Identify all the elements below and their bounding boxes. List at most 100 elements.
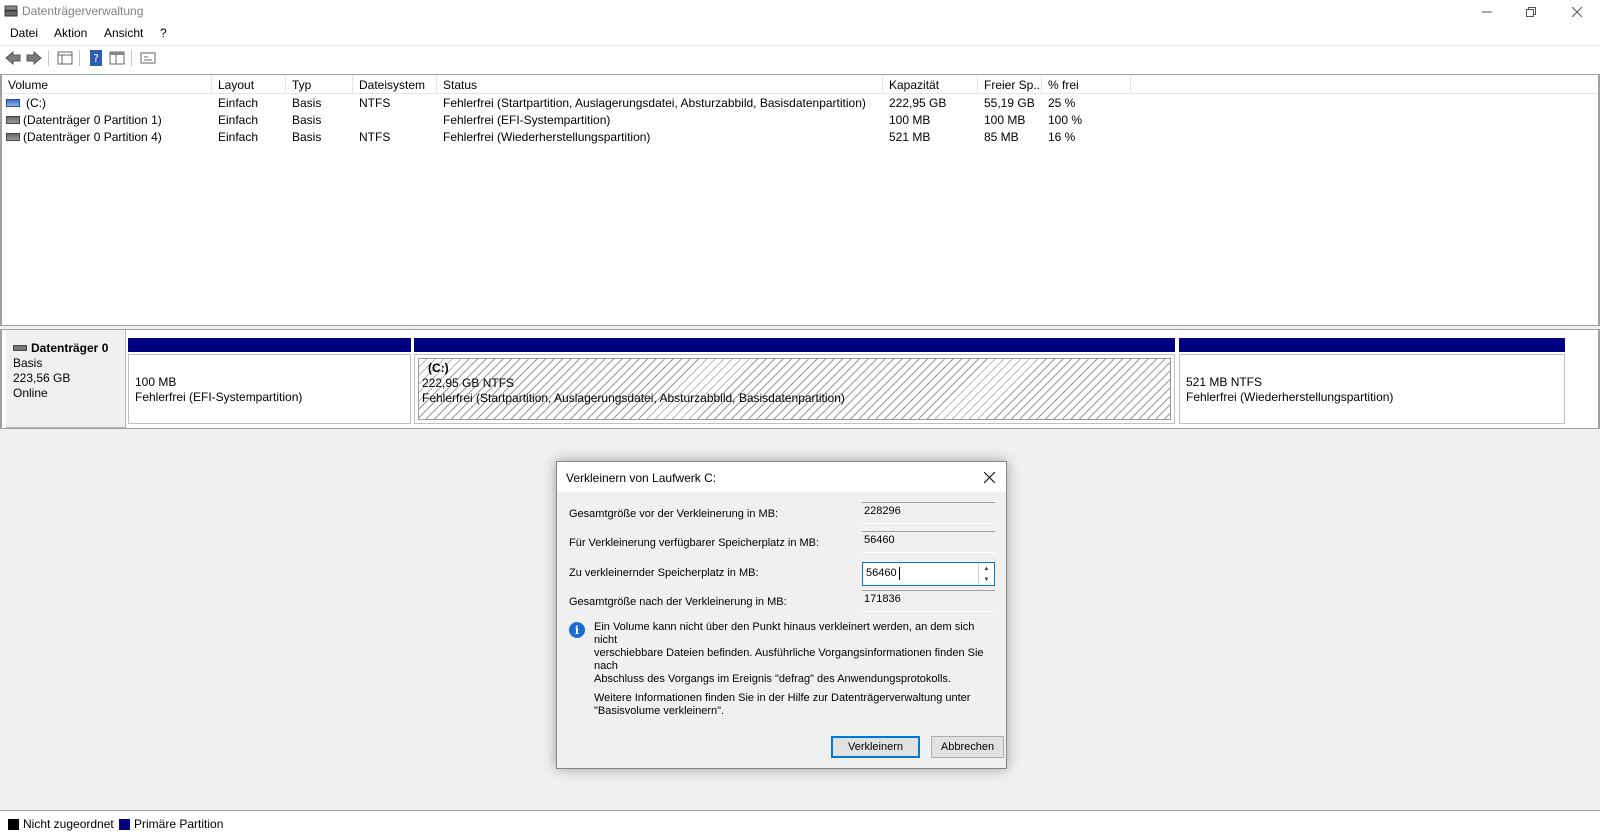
spin-buttons: ▲ ▼ [978, 563, 994, 585]
partition-size: 222,95 GB NTFS [422, 376, 515, 390]
legend-unallocated-label: Nicht zugeordnet [23, 817, 114, 831]
dialog-title-bar: Verkleinern von Laufwerk C: [557, 462, 1006, 492]
cell-layout: Einfach [218, 130, 259, 144]
menu-ansicht[interactable]: Ansicht [102, 26, 145, 40]
properties-button[interactable] [108, 49, 126, 67]
volume-list: Volume Layout Typ Dateisystem Status Kap… [0, 74, 1600, 325]
column-header-dateisystem[interactable]: Dateisystem [353, 75, 437, 94]
cell-status: Fehlerfrei (Startpartition, Auslagerungs… [443, 96, 866, 110]
column-header-volume[interactable]: Volume [2, 75, 212, 94]
disk-type: Basis [13, 356, 43, 370]
restore-button[interactable] [1508, 0, 1554, 24]
table-row[interactable]: (Datenträger 0 Partition 1) Einfach Basi… [2, 112, 1598, 129]
more-info-line: Weitere Informationen finden Sie in der … [594, 692, 971, 704]
minimize-button[interactable] [1464, 0, 1510, 24]
partition-body: 521 MB NTFS Fehlerfrei (Wiederherstellun… [1179, 354, 1565, 424]
restore-icon [1526, 7, 1536, 17]
partition-size: 100 MB [135, 375, 177, 389]
legend-primary-label: Primäre Partition [134, 817, 224, 831]
toolbar-separator [131, 50, 132, 66]
partition-bar [414, 338, 1175, 352]
cell-volume: (Datenträger 0 Partition 4) [23, 130, 162, 144]
column-header-status[interactable]: Status [437, 75, 883, 94]
window-title: Datenträgerverwaltung [22, 4, 144, 18]
column-header-prozent-frei[interactable]: % frei [1042, 75, 1131, 94]
help-button[interactable]: ? [87, 49, 105, 67]
shrink-dialog: Verkleinern von Laufwerk C: Gesamtgröße … [556, 461, 1007, 769]
cell-status: Fehlerfrei (Wiederherstellungspartition) [443, 130, 651, 144]
close-button[interactable] [1554, 0, 1600, 24]
cell-status: Fehlerfrei (EFI-Systempartition) [443, 113, 611, 127]
dialog-close-button[interactable] [978, 466, 1000, 488]
forward-button[interactable] [25, 49, 43, 67]
spin-up-button[interactable]: ▲ [979, 563, 994, 574]
total-before-label: Gesamtgröße vor der Verkleinerung in MB: [569, 508, 779, 520]
column-header-freier-speicher[interactable]: Freier Sp... [978, 75, 1042, 94]
menu-aktion[interactable]: Aktion [52, 26, 89, 40]
spin-down-button[interactable]: ▼ [979, 574, 994, 585]
shrink-amount-stepper[interactable]: 56460 ▲ ▼ [862, 562, 995, 586]
cell-layout: Einfach [218, 96, 259, 110]
table-row[interactable]: (Datenträger 0 Partition 4) Einfach Basi… [2, 129, 1598, 146]
text-caret [899, 567, 900, 580]
cell-prozent-frei: 25 % [1048, 96, 1076, 110]
partition-efi[interactable]: 100 MB Fehlerfrei (EFI-Systempartition) [128, 338, 411, 424]
title-bar: Datenträgerverwaltung [0, 0, 1600, 24]
cell-freier-speicher: 100 MB [984, 113, 1026, 127]
console-icon [140, 52, 156, 64]
partition-recovery[interactable]: 521 MB NTFS Fehlerfrei (Wiederherstellun… [1179, 338, 1565, 424]
total-before-field: 228296 [862, 502, 995, 524]
disk-name: Datenträger 0 [13, 341, 125, 355]
disk-state: Online [13, 386, 48, 400]
cell-dateisystem: NTFS [359, 96, 391, 110]
partition-size: 521 MB NTFS [1186, 375, 1263, 389]
shrink-amount-input[interactable]: 56460 [866, 567, 897, 579]
available-field: 56460 [862, 531, 995, 553]
total-after-field: 171836 [862, 590, 995, 612]
column-header-layout[interactable]: Layout [212, 75, 286, 94]
console-button[interactable] [139, 49, 157, 67]
cancel-button[interactable]: Abbrechen [931, 736, 1004, 758]
info-line: Ein Volume kann nicht über den Punkt hin… [594, 621, 975, 646]
dialog-title: Verkleinern von Laufwerk C: [566, 471, 717, 485]
toolbar-separator [79, 50, 80, 66]
partition-body: (C:) 222,95 GB NTFS Fehlerfrei (Startpar… [414, 354, 1175, 424]
close-icon [1572, 7, 1582, 17]
column-header-kapazitaet[interactable]: Kapazität [883, 75, 978, 94]
partition-c[interactable]: (C:) 222,95 GB NTFS Fehlerfrei (Startpar… [414, 338, 1175, 424]
close-icon [983, 471, 995, 483]
disk-label[interactable]: Datenträger 0 Basis 223,56 GB Online [6, 330, 126, 428]
cell-layout: Einfach [218, 113, 259, 127]
disk-graphical-view: Datenträger 0 Basis 223,56 GB Online 100… [0, 330, 1600, 428]
toolbar: ? [0, 45, 1600, 69]
info-icon: i [569, 622, 585, 638]
info-text: Ein Volume kann nicht über den Punkt hin… [594, 621, 994, 686]
column-header-typ[interactable]: Typ [286, 75, 353, 94]
cell-volume: (Datenträger 0 Partition 1) [23, 113, 162, 127]
table-row[interactable]: (C:) Einfach Basis NTFS Fehlerfrei (Star… [2, 95, 1598, 112]
list-view-icon [57, 51, 73, 65]
cell-prozent-frei: 100 % [1048, 113, 1083, 127]
cell-typ: Basis [292, 113, 322, 127]
cell-prozent-frei: 16 % [1048, 130, 1076, 144]
disk-icon [13, 345, 27, 351]
cell-volume: (C:) [26, 96, 46, 110]
menu-help[interactable]: ? [158, 26, 169, 40]
info-line: verschiebbare Dateien befinden. Ausführl… [594, 647, 984, 672]
legend-primary-swatch [119, 819, 130, 830]
disk-name-text: Datenträger 0 [31, 341, 109, 355]
back-button[interactable] [4, 49, 22, 67]
menu-datei[interactable]: Datei [8, 26, 40, 40]
shrink-button[interactable]: Verkleinern [831, 736, 920, 758]
disk-size: 223,56 GB [13, 371, 71, 385]
total-after-label: Gesamtgröße nach der Verkleinerung in MB… [569, 596, 787, 608]
list-view-button[interactable] [56, 49, 74, 67]
partition-details: (C:) 222,95 GB NTFS Fehlerfrei (Startpar… [418, 358, 1171, 420]
partition-details: 100 MB Fehlerfrei (EFI-Systempartition) [132, 358, 407, 420]
more-info-line: "Basisvolume verkleinern". [594, 705, 725, 717]
cell-freier-speicher: 85 MB [984, 130, 1019, 144]
shrink-amount-label: Zu verkleinernder Speicherplatz in MB: [569, 567, 759, 579]
back-icon [5, 51, 21, 65]
menu-bar: Datei Aktion Ansicht ? [0, 24, 1600, 44]
cell-kapazitaet: 521 MB [889, 130, 931, 144]
